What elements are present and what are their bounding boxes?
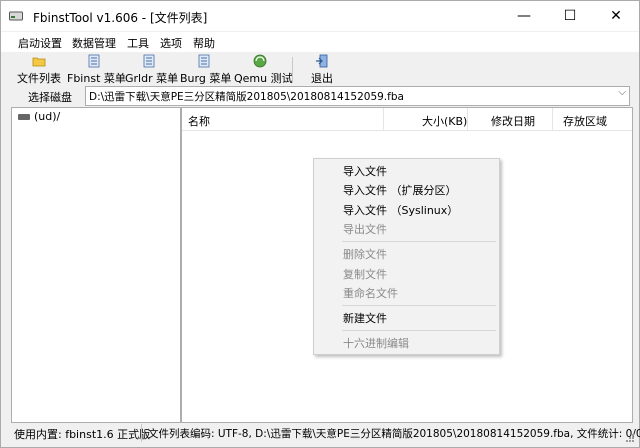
- column-storage-area[interactable]: 存放区域: [563, 113, 607, 129]
- toolbar-separator: [292, 57, 293, 83]
- menu-separator: [342, 330, 496, 331]
- menu-tools[interactable]: 工具: [127, 35, 149, 51]
- grldr-menu-label: Grldr 菜单: [125, 72, 179, 85]
- menu-item-rename-file: 重命名文件: [343, 287, 398, 300]
- document-icon: [88, 54, 100, 68]
- status-divider: [141, 424, 142, 442]
- tree-item-label: (ud)/: [34, 110, 61, 123]
- column-modified-date[interactable]: 修改日期: [491, 113, 535, 129]
- column-name[interactable]: 名称: [188, 113, 210, 129]
- qemu-globe-icon: [253, 54, 267, 68]
- burg-menu-button[interactable]: Burg 菜单: [180, 54, 232, 85]
- maximize-button[interactable]: ☐: [547, 1, 593, 31]
- drive-icon: [18, 114, 30, 120]
- exit-button[interactable]: 退出: [306, 54, 338, 85]
- file-list-button[interactable]: 文件列表: [16, 54, 62, 85]
- column-divider[interactable]: [467, 108, 468, 130]
- window-title: FbinstTool v1.606 - [文件列表]: [33, 11, 208, 25]
- column-size[interactable]: 大小(KB): [422, 113, 467, 129]
- menu-item-import-syslinux[interactable]: 导入文件 （Syslinux）: [343, 202, 458, 218]
- title-bar: FbinstTool v1.606 - [文件列表] — ☐ ✕: [1, 1, 639, 31]
- exit-door-icon: [316, 54, 328, 68]
- file-list-header: 名称 大小(KB) 修改日期 存放区域: [182, 108, 632, 131]
- menu-item-import-file[interactable]: 导入文件: [343, 163, 387, 179]
- menu-item-new-file[interactable]: 新建文件: [343, 310, 387, 326]
- status-bar: 使用内置: fbinst1.6 正式版 文件列表编码: UTF-8, D:\迅雷…: [1, 421, 640, 447]
- burg-menu-label: Burg 菜单: [180, 72, 232, 85]
- qemu-test-label: Qemu 测试: [234, 72, 293, 85]
- disk-row: 选择磁盘 D:\迅雷下载\天意PE三分区精简版201805\2018081415…: [1, 85, 639, 107]
- chevron-down-icon[interactable]: ⌵: [618, 87, 626, 98]
- column-divider[interactable]: [383, 108, 384, 130]
- exit-label: 退出: [311, 72, 333, 85]
- status-builtin: 使用内置: fbinst1.6 正式版: [14, 428, 151, 441]
- status-info: 文件列表编码: UTF-8, D:\迅雷下载\天意PE三分区精简版201805\…: [148, 428, 640, 440]
- menu-boot-settings[interactable]: 启动设置: [18, 35, 62, 51]
- document-icon: [143, 54, 155, 68]
- file-list-label: 文件列表: [17, 72, 61, 85]
- document-icon: [198, 54, 210, 68]
- qemu-test-button[interactable]: Qemu 测试: [234, 54, 293, 85]
- column-divider[interactable]: [552, 108, 553, 130]
- menu-data-management[interactable]: 数据管理: [72, 35, 116, 51]
- context-menu: 导入文件 导入文件 （扩展分区） 导入文件 （Syslinux） 导出文件 删除…: [313, 158, 500, 355]
- main-window: FbinstTool v1.606 - [文件列表] — ☐ ✕ 启动设置 数据…: [0, 0, 640, 448]
- menu-item-export-file: 导出文件: [343, 223, 387, 236]
- grldr-menu-button[interactable]: Grldr 菜单: [125, 54, 179, 85]
- menu-separator: [342, 241, 496, 242]
- resize-grip-icon[interactable]: [625, 433, 635, 443]
- menu-separator: [342, 305, 496, 306]
- menu-bar: 启动设置 数据管理 工具 选项 帮助: [1, 32, 639, 52]
- close-button[interactable]: ✕: [593, 1, 639, 31]
- disk-select-value: D:\迅雷下载\天意PE三分区精简版201805\20180814152059.…: [89, 91, 404, 103]
- fbinst-menu-button[interactable]: Fbinst 菜单: [67, 54, 126, 85]
- fbinst-menu-label: Fbinst 菜单: [67, 72, 126, 85]
- tree-item-root[interactable]: (ud)/: [18, 110, 60, 123]
- menu-help[interactable]: 帮助: [193, 35, 215, 51]
- toolbar: 文件列表 Fbinst 菜单 Grldr 菜单 Burg 菜单 Qemu 测试 …: [1, 53, 639, 85]
- disk-label: 选择磁盘: [28, 91, 72, 104]
- menu-item-copy-file: 复制文件: [343, 268, 387, 281]
- menu-item-import-extended[interactable]: 导入文件 （扩展分区）: [343, 182, 457, 198]
- folder-tree[interactable]: (ud)/: [11, 107, 181, 423]
- folder-icon: [32, 57, 46, 67]
- menu-item-delete-file: 删除文件: [343, 248, 387, 261]
- menu-item-hex-edit: 十六进制编辑: [343, 337, 409, 350]
- app-drive-icon: [9, 11, 23, 21]
- menu-options[interactable]: 选项: [160, 35, 182, 51]
- minimize-button[interactable]: —: [501, 1, 547, 31]
- disk-select[interactable]: D:\迅雷下载\天意PE三分区精简版201805\20180814152059.…: [85, 86, 630, 106]
